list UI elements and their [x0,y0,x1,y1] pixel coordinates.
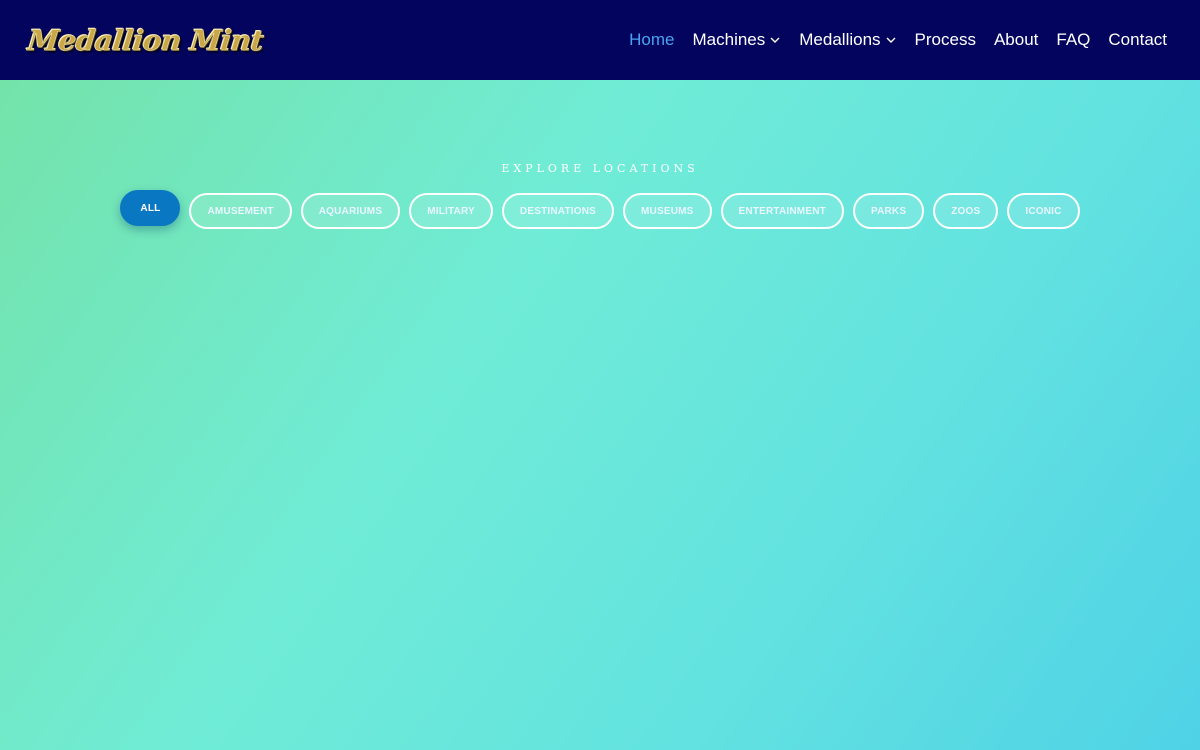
nav-about[interactable]: About [994,30,1038,50]
nav-faq[interactable]: FAQ [1056,30,1090,50]
site-header: Medallion Mint Home Machines Medallions … [0,0,1200,80]
nav-medallions[interactable]: Medallions [799,30,896,50]
filter-aquariums-button[interactable]: AQUARIUMS [300,193,401,229]
nav-contact-label: Contact [1108,30,1167,49]
site-logo[interactable]: Medallion Mint [26,23,265,57]
location-filters: ALL AMUSEMENT AQUARIUMS MILITARY DESTINA… [0,190,1200,229]
nav-medallions-label: Medallions [799,30,881,49]
filter-military-button[interactable]: MILITARY [409,193,493,229]
nav-machines-label: Machines [692,30,766,49]
filter-amusement-button[interactable]: AMUSEMENT [189,193,292,229]
nav-contact[interactable]: Contact [1108,30,1167,50]
chevron-down-icon [885,34,897,46]
filter-entertainment-button[interactable]: ENTERTAINMENT [720,193,844,229]
nav-machines[interactable]: Machines [693,30,782,50]
section-title: EXPLORE LOCATIONS [501,162,699,175]
nav-process[interactable]: Process [915,30,976,50]
chevron-down-icon [769,34,781,46]
nav-home[interactable]: Home [629,30,674,50]
filter-parks-button[interactable]: PARKS [852,193,925,229]
filter-all-button[interactable]: ALL [120,190,181,226]
nav-faq-label: FAQ [1056,30,1091,49]
nav-process-label: Process [914,30,976,49]
filter-zoos-button[interactable]: ZOOS [933,193,999,229]
nav-about-label: About [993,30,1039,49]
main-nav: Home Machines Medallions Process About F… [629,30,1167,50]
filter-museums-button[interactable]: MUSEUMS [623,193,712,229]
nav-home-label: Home [629,30,675,49]
filter-destinations-button[interactable]: DESTINATIONS [501,193,615,229]
filter-iconic-button[interactable]: ICONIC [1007,193,1080,229]
